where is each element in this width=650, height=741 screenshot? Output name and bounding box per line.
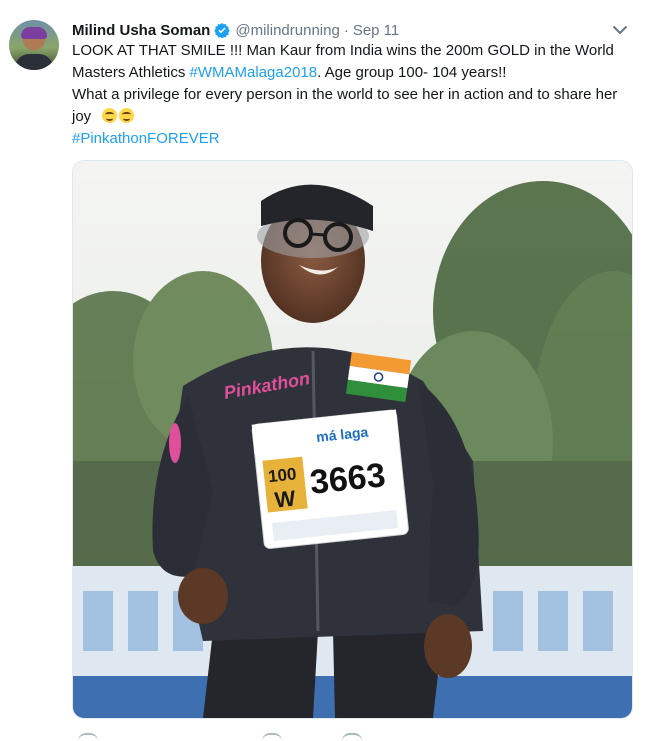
author-avatar[interactable] xyxy=(9,20,59,70)
tweet-line-1: LOOK AT THAT SMILE !!! Man Kaur from Ind… xyxy=(72,40,632,84)
tweet-timestamp[interactable]: Sep 11 xyxy=(353,22,399,39)
bib-number: 3663 xyxy=(308,456,387,502)
retweet-icon[interactable] xyxy=(262,733,282,741)
verified-badge-icon xyxy=(214,23,231,38)
avatar-shirt xyxy=(15,54,53,70)
tweet-line-3: #PinkathonFOREVER xyxy=(72,128,632,150)
photo-illustration: Pinkathon má laga 100 W 3663 xyxy=(73,161,632,718)
tweet-photo[interactable]: Pinkathon má laga 100 W 3663 xyxy=(72,160,633,719)
author-name[interactable]: Milind Usha Soman xyxy=(72,22,210,39)
author-handle[interactable]: @milindrunning xyxy=(235,22,339,39)
message-icon[interactable] xyxy=(342,733,362,741)
hashtag-pinkathonforever[interactable]: #PinkathonFOREVER xyxy=(72,130,220,147)
tweet-text-part-2: . Age group 100- 104 years!! xyxy=(317,64,507,81)
avatar-headband xyxy=(21,27,47,39)
tweet-text-part-3: What a privilege for every person in the… xyxy=(72,86,618,125)
reply-icon[interactable] xyxy=(78,733,98,741)
tweet-actions xyxy=(72,726,632,737)
india-flag-patch xyxy=(345,352,412,403)
tweet-header: Milind Usha Soman @milindrunning · Sep 1… xyxy=(72,19,399,41)
bib-category: 100 xyxy=(267,464,297,486)
race-bib: má laga 100 W 3663 xyxy=(251,409,409,549)
tweet[interactable]: Milind Usha Soman @milindrunning · Sep 1… xyxy=(0,0,650,737)
smiling-face-emoji-icon xyxy=(118,108,134,123)
smiling-face-emoji-icon xyxy=(101,108,117,123)
hashtag-wmamalaga2018[interactable]: #WMAMalaga2018 xyxy=(190,64,318,81)
bib-letter: W xyxy=(273,486,296,513)
chevron-down-icon[interactable] xyxy=(610,22,630,38)
tweet-line-2: What a privilege for every person in the… xyxy=(72,84,632,128)
separator-dot: · xyxy=(343,21,349,39)
tweet-text: LOOK AT THAT SMILE !!! Man Kaur from Ind… xyxy=(72,40,632,150)
